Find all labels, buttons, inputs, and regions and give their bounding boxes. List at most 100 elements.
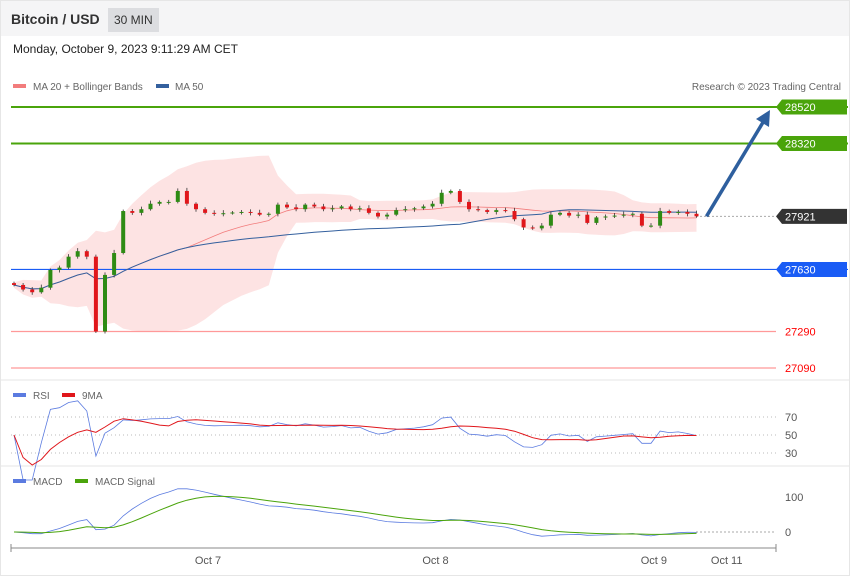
candle-body (539, 225, 544, 229)
candle-body (239, 211, 244, 213)
candle-body (603, 216, 608, 218)
candle-body (439, 192, 444, 204)
candle-body (612, 215, 617, 217)
candle-body (148, 203, 153, 210)
candle-body (630, 213, 635, 215)
candle-body (494, 210, 499, 212)
macd-legend-label: MACD (33, 477, 62, 488)
candle-body (485, 210, 490, 212)
rsi-tick: 30 (785, 448, 797, 460)
candle-body (430, 203, 435, 207)
level-label-28520: 28520 (785, 102, 816, 114)
candle-body (194, 203, 198, 210)
candle-body (576, 214, 581, 216)
candle-body (66, 256, 71, 268)
candle-body (421, 206, 426, 209)
candle-body (303, 204, 308, 210)
candle-body (93, 256, 98, 332)
main-legend: MA 20 + Bollinger Bands MA 50 Research ©… (13, 82, 841, 93)
candle-body (212, 212, 217, 214)
bollinger-band (14, 155, 697, 332)
candle-body (594, 217, 599, 223)
x-tick-label: Oct 8 (422, 555, 448, 567)
candle-body (175, 190, 180, 202)
candle-body (121, 211, 126, 254)
ma50-legend-swatch (156, 84, 169, 88)
candle-body (339, 206, 344, 209)
candle-body (448, 190, 453, 193)
macd-legend: MACD MACD Signal (13, 477, 155, 488)
candle-body (376, 212, 380, 217)
candle-body (639, 213, 644, 226)
rsi-line (13, 400, 697, 481)
candle-body (203, 209, 208, 213)
candle-body (21, 284, 26, 290)
x-tick-label: Oct 7 (195, 555, 221, 567)
copyright: Research © 2023 Trading Central (692, 82, 841, 93)
level-label-27090: 27090 (785, 363, 816, 375)
candle-body (658, 211, 663, 226)
candle-body (348, 206, 353, 210)
candle-body (394, 210, 399, 215)
candle-body (84, 251, 89, 257)
candle-body (248, 211, 253, 213)
candle-body (521, 219, 526, 228)
ma20-legend-label: MA 20 + Bollinger Bands (33, 82, 143, 93)
candle-body (57, 267, 62, 270)
candle-body (667, 211, 672, 213)
rsi-tick: 50 (785, 430, 797, 442)
rsi-ma-legend-swatch (62, 393, 75, 397)
candle-body (75, 251, 80, 257)
candle-body (139, 209, 144, 213)
candle-body (503, 210, 508, 212)
candle-body (694, 213, 699, 217)
candle-body (676, 211, 681, 213)
candle-body (312, 204, 317, 207)
candle-body (184, 190, 189, 204)
candle-body (512, 211, 517, 220)
candle-body (412, 208, 417, 210)
candle-body (275, 204, 280, 214)
candle-body (39, 287, 44, 293)
candle-body (467, 201, 471, 210)
candle-body (130, 211, 135, 213)
candle-body (585, 214, 590, 223)
candle-body (530, 227, 535, 229)
candle-body (266, 213, 271, 215)
candle-body (221, 213, 226, 215)
candle-body (366, 208, 371, 213)
candle-body (457, 190, 462, 202)
candle-body (385, 214, 390, 217)
rsi-legend-swatch (13, 393, 26, 397)
rsi-legend: RSI 9MA (13, 391, 103, 402)
rsi-tick: 70 (785, 412, 797, 424)
candle-body (330, 208, 335, 210)
level-label-27921: 27921 (785, 211, 816, 223)
ma20-legend-swatch (13, 84, 26, 88)
candle-body (166, 201, 171, 203)
candle-body (357, 208, 362, 210)
candle-body (621, 214, 626, 216)
ma50-legend-label: MA 50 (175, 82, 204, 93)
candle-body (567, 212, 572, 216)
forecast-arrow (705, 118, 767, 218)
candle-body (157, 201, 162, 204)
candle-body (321, 206, 326, 210)
rsi-legend-label: RSI (33, 391, 50, 402)
rsi-ma-legend-label: 9MA (82, 391, 103, 402)
candle-body (294, 207, 299, 210)
signal-legend-label: MACD Signal (95, 477, 155, 488)
candle-body (48, 269, 53, 288)
candle-body (12, 283, 16, 285)
level-label-27630: 27630 (785, 264, 816, 276)
candle-body (476, 209, 481, 211)
candle-body (548, 214, 553, 226)
candle-body (403, 209, 408, 211)
candle-body (649, 225, 653, 227)
candle-body (103, 274, 107, 332)
signal-legend-swatch (75, 479, 88, 483)
macd-line (13, 488, 697, 537)
candle-body (257, 212, 262, 215)
candle-body (685, 211, 690, 214)
candle-body (30, 289, 35, 293)
